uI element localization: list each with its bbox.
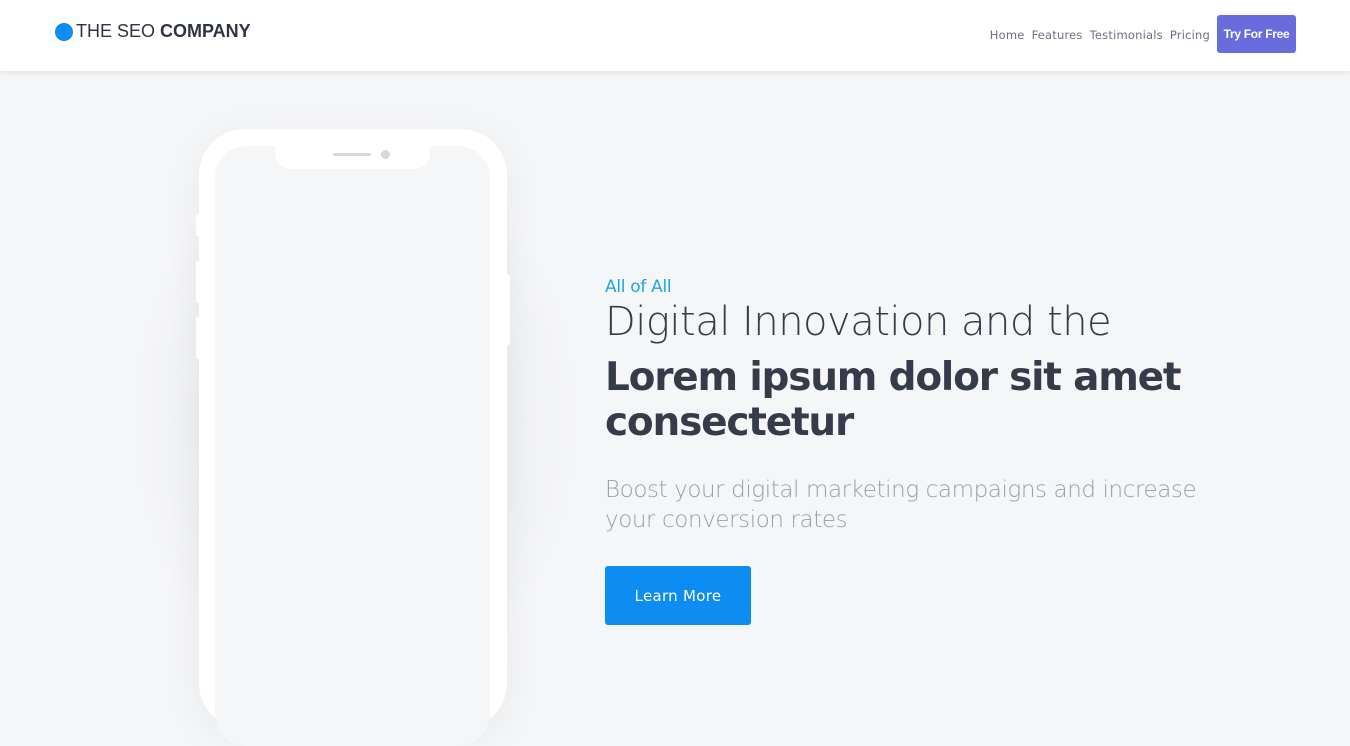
logo-text-light: THE SEO — [76, 21, 156, 41]
phone-notch — [275, 145, 430, 169]
camera-icon — [381, 150, 390, 159]
phone-screen — [215, 146, 490, 746]
phone-mute-button — [196, 214, 201, 236]
nav-link-home[interactable]: Home — [990, 28, 1025, 42]
brand-logo[interactable]: THE SEO COMPANY — [55, 21, 251, 42]
top-navbar: THE SEO COMPANY Home Features Testimonia… — [0, 0, 1350, 71]
hero-eyebrow: All of All — [605, 277, 672, 297]
main-nav: Home Features Testimonials Pricing — [983, 28, 1210, 42]
nav-link-testimonials[interactable]: Testimonials — [1090, 28, 1163, 42]
hero-headline-light: Digital Innovation and the — [605, 299, 1112, 345]
hero-headline-bold: Lorem ipsum dolor sit amet consectetur — [605, 355, 1182, 445]
try-for-free-button[interactable]: Try For Free — [1217, 15, 1296, 53]
hero-subtitle: Boost your digital marketing campaigns a… — [605, 477, 1197, 533]
nav-link-pricing[interactable]: Pricing — [1170, 28, 1210, 42]
learn-more-button[interactable]: Learn More — [605, 566, 751, 625]
logo-dot-icon — [55, 23, 73, 41]
phone-mockup — [196, 129, 510, 746]
logo-text-bold: COMPANY — [160, 21, 251, 41]
nav-link-features[interactable]: Features — [1032, 28, 1083, 42]
phone-power-button — [505, 275, 510, 345]
hero-section: All of All Digital Innovation and the Lo… — [605, 276, 1305, 625]
phone-volume-down-button — [196, 317, 201, 359]
speaker-icon — [333, 153, 371, 156]
phone-volume-up-button — [196, 261, 201, 303]
